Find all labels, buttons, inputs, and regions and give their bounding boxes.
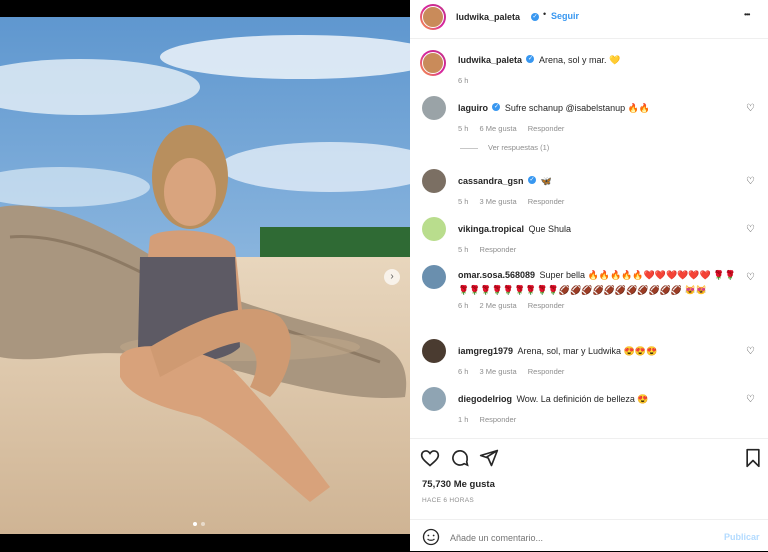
comment-time[interactable]: 5 h	[458, 124, 468, 133]
caption-avatar[interactable]	[420, 50, 446, 76]
like-comment-heart-icon[interactable]: ♡	[746, 273, 756, 283]
caption-username[interactable]: ludwika_paleta	[458, 55, 522, 65]
comment-time[interactable]: 5 h	[458, 197, 468, 206]
beach-photo-illustration	[0, 17, 410, 534]
comment-input[interactable]	[448, 528, 712, 548]
add-comment-bar: Publicar	[410, 519, 768, 552]
comment-time[interactable]: 1 h	[458, 415, 468, 424]
post-actions: 75,730 Me gusta HACE 6 HORAS	[410, 438, 768, 514]
comment-likes[interactable]: 6 Me gusta	[480, 124, 517, 133]
commenter-avatar[interactable]	[422, 169, 446, 193]
top-letterbox	[0, 0, 410, 17]
carousel-dot	[201, 522, 205, 526]
comment-likes[interactable]: 3 Me gusta	[480, 367, 517, 376]
post-header: ludwika_paleta ✓ • Seguir •••	[410, 0, 768, 39]
like-comment-heart-icon[interactable]: ♡	[746, 177, 756, 187]
replies-line	[460, 147, 478, 149]
post-timestamp[interactable]: HACE 6 HORAS	[422, 497, 474, 504]
header-username[interactable]: ludwika_paleta	[456, 12, 520, 22]
like-comment-heart-icon[interactable]: ♡	[746, 104, 756, 114]
comment-username[interactable]: cassandra_gsn	[458, 176, 524, 186]
post-likes-count[interactable]: 75,730 Me gusta	[422, 479, 495, 490]
like-comment-heart-icon[interactable]: ♡	[746, 225, 756, 235]
like-comment-heart-icon[interactable]: ♡	[746, 347, 756, 357]
next-slide-button[interactable]: ›	[384, 269, 400, 285]
publish-button[interactable]: Publicar	[724, 532, 760, 542]
reply-button[interactable]: Responder	[528, 124, 565, 133]
reply-button[interactable]: Responder	[480, 245, 517, 254]
comment-text: Que Shula	[528, 224, 572, 234]
caption-time[interactable]: 6 h	[458, 76, 468, 85]
comment-time[interactable]: 5 h	[458, 245, 468, 254]
comment-text: Sufre schanup @isabelstanup 🔥🔥	[504, 103, 651, 113]
carousel-dot-active	[193, 522, 197, 526]
comment-bubble-icon[interactable]	[450, 448, 470, 468]
commenter-avatar[interactable]	[422, 265, 446, 289]
commenter-avatar[interactable]	[422, 339, 446, 363]
verified-badge-icon: ✓	[531, 13, 539, 21]
commenter-avatar[interactable]	[422, 96, 446, 120]
more-options-icon[interactable]: •••	[744, 10, 750, 19]
like-heart-icon[interactable]	[420, 448, 440, 468]
reply-button[interactable]: Responder	[528, 367, 565, 376]
comment-time[interactable]: 6 h	[458, 367, 468, 376]
comment-text: Arena, sol, mar y Ludwika 😍😍😍	[517, 346, 658, 356]
reply-button[interactable]: Responder	[480, 415, 517, 424]
caption-text: Arena, sol y mar. 💛	[538, 55, 621, 65]
post-photo[interactable]: ›	[0, 17, 410, 534]
follow-button[interactable]: Seguir	[551, 11, 579, 21]
comment-username[interactable]: laguiro	[458, 103, 488, 113]
comment-likes[interactable]: 3 Me gusta	[480, 197, 517, 206]
share-send-icon[interactable]	[479, 448, 499, 468]
bottom-letterbox	[0, 534, 410, 551]
comment-username[interactable]: diegodelriog	[458, 394, 512, 404]
comment-username[interactable]: iamgreg1979	[458, 346, 513, 356]
like-comment-heart-icon[interactable]: ♡	[746, 395, 756, 405]
comment-text: 🦋	[540, 176, 552, 186]
author-avatar[interactable]	[420, 4, 446, 30]
post-sidebar: ludwika_paleta ✓ • Seguir ••• ludwika_pa…	[410, 0, 768, 551]
reply-button[interactable]: Responder	[528, 197, 565, 206]
comment-likes[interactable]: 2 Me gusta	[480, 301, 517, 310]
commenter-avatar[interactable]	[422, 387, 446, 411]
verified-badge-icon: ✓	[528, 175, 536, 184]
comment-time[interactable]: 6 h	[458, 301, 468, 310]
reply-button[interactable]: Responder	[528, 301, 565, 310]
view-replies[interactable]: Ver respuestas (1)	[460, 143, 549, 152]
view-replies-label: Ver respuestas (1)	[488, 143, 550, 152]
instagram-post-view: › ludwika_paleta ✓ • Seguir ••• ludwika_…	[0, 0, 768, 551]
verified-badge-icon: ✓	[492, 102, 501, 111]
emoji-smiley-icon[interactable]	[422, 528, 440, 546]
comment-text: Wow. La definición de belleza 😍	[516, 394, 649, 404]
comment-username[interactable]: vikinga.tropical	[458, 224, 524, 234]
comment-username[interactable]: omar.sosa.568089	[458, 270, 535, 280]
commenter-avatar[interactable]	[422, 217, 446, 241]
carousel-dots	[193, 522, 217, 528]
follow-dot: •	[543, 9, 547, 19]
verified-badge-icon: ✓	[526, 54, 535, 63]
save-bookmark-icon[interactable]	[744, 448, 762, 468]
